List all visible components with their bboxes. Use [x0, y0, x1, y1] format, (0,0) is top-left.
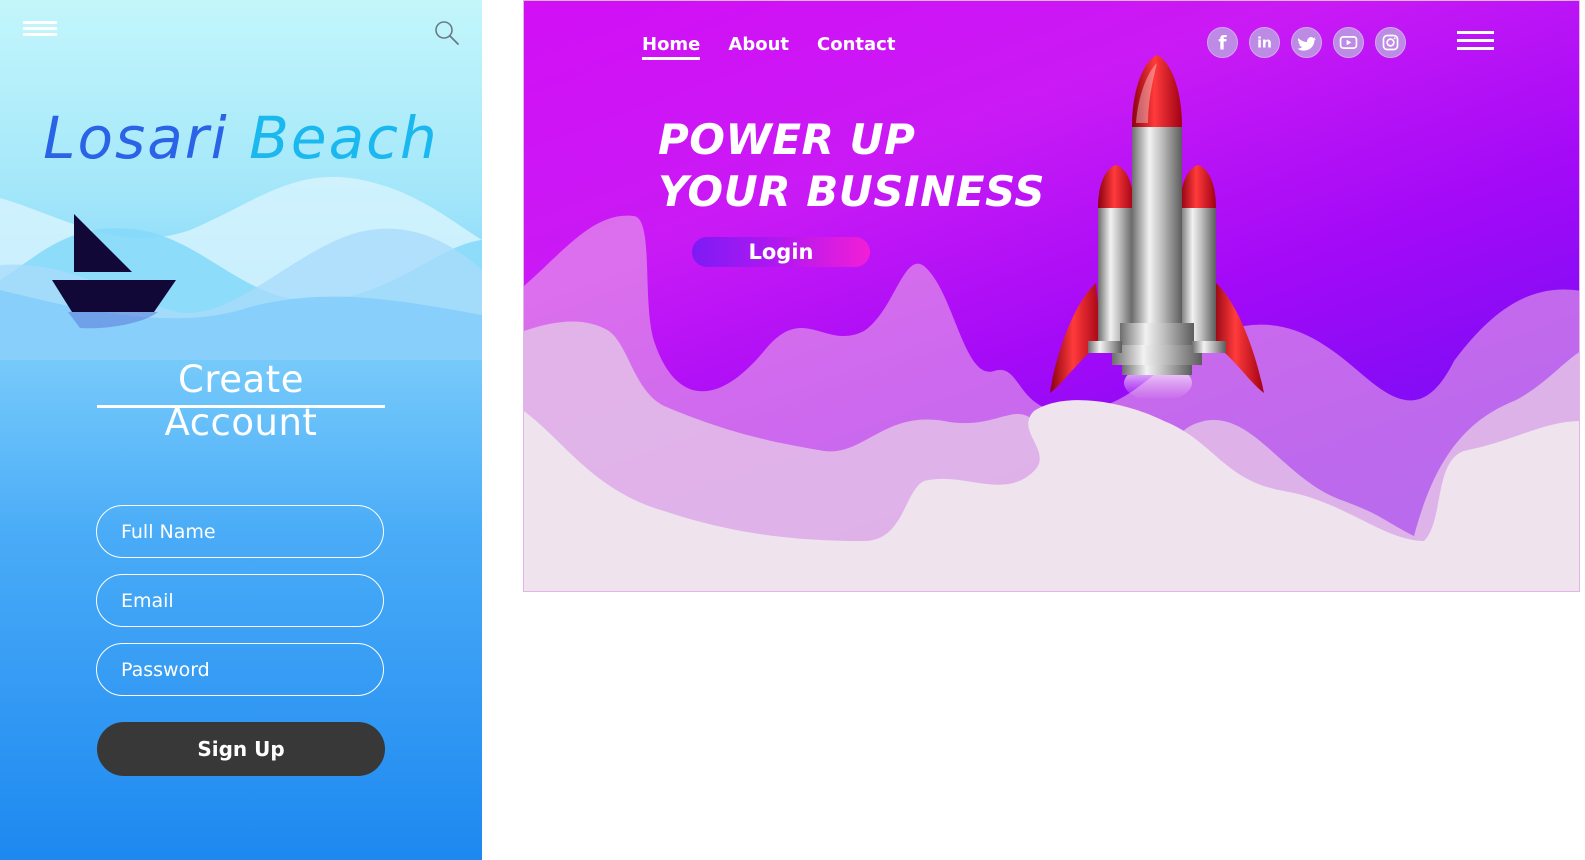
password-input[interactable]: [96, 643, 384, 696]
brand-word-1: Losari: [43, 104, 229, 172]
nav-about[interactable]: About: [728, 34, 789, 60]
nav-home[interactable]: Home: [642, 34, 701, 60]
mobile-signup-screen: Losari Beach Create Account Sign Up: [0, 0, 482, 860]
hero-headline: POWER UP YOUR BUSINESS: [658, 114, 1045, 218]
search-icon[interactable]: [434, 20, 460, 46]
svg-text:f: f: [1218, 34, 1227, 55]
full-name-input[interactable]: [96, 505, 384, 558]
sailboat-icon: [52, 214, 176, 329]
nav-contact[interactable]: Contact: [817, 34, 895, 60]
landing-hero: Home About Contact f in POWER UP YOUR BU…: [523, 0, 1580, 592]
page-title: Create Account: [164, 358, 318, 444]
rocket-icon: [1050, 55, 1264, 398]
brand-word-2: Beach: [249, 104, 439, 172]
login-button[interactable]: Login: [692, 237, 870, 267]
menu-icon[interactable]: [1457, 31, 1494, 51]
headline-line-2: YOUR BUSINESS: [658, 167, 1046, 216]
brand-logo: Losari Beach: [0, 104, 482, 172]
menu-icon[interactable]: [23, 21, 57, 39]
title-underline: [97, 405, 385, 408]
svg-text:in: in: [1257, 36, 1272, 52]
instagram-icon[interactable]: [1375, 27, 1406, 58]
youtube-icon[interactable]: [1333, 27, 1364, 58]
twitter-icon[interactable]: [1291, 27, 1322, 58]
headline-line-1: POWER UP: [658, 115, 916, 164]
main-nav: Home About Contact: [642, 34, 895, 60]
sign-up-button[interactable]: Sign Up: [97, 722, 385, 776]
email-input[interactable]: [96, 574, 384, 627]
